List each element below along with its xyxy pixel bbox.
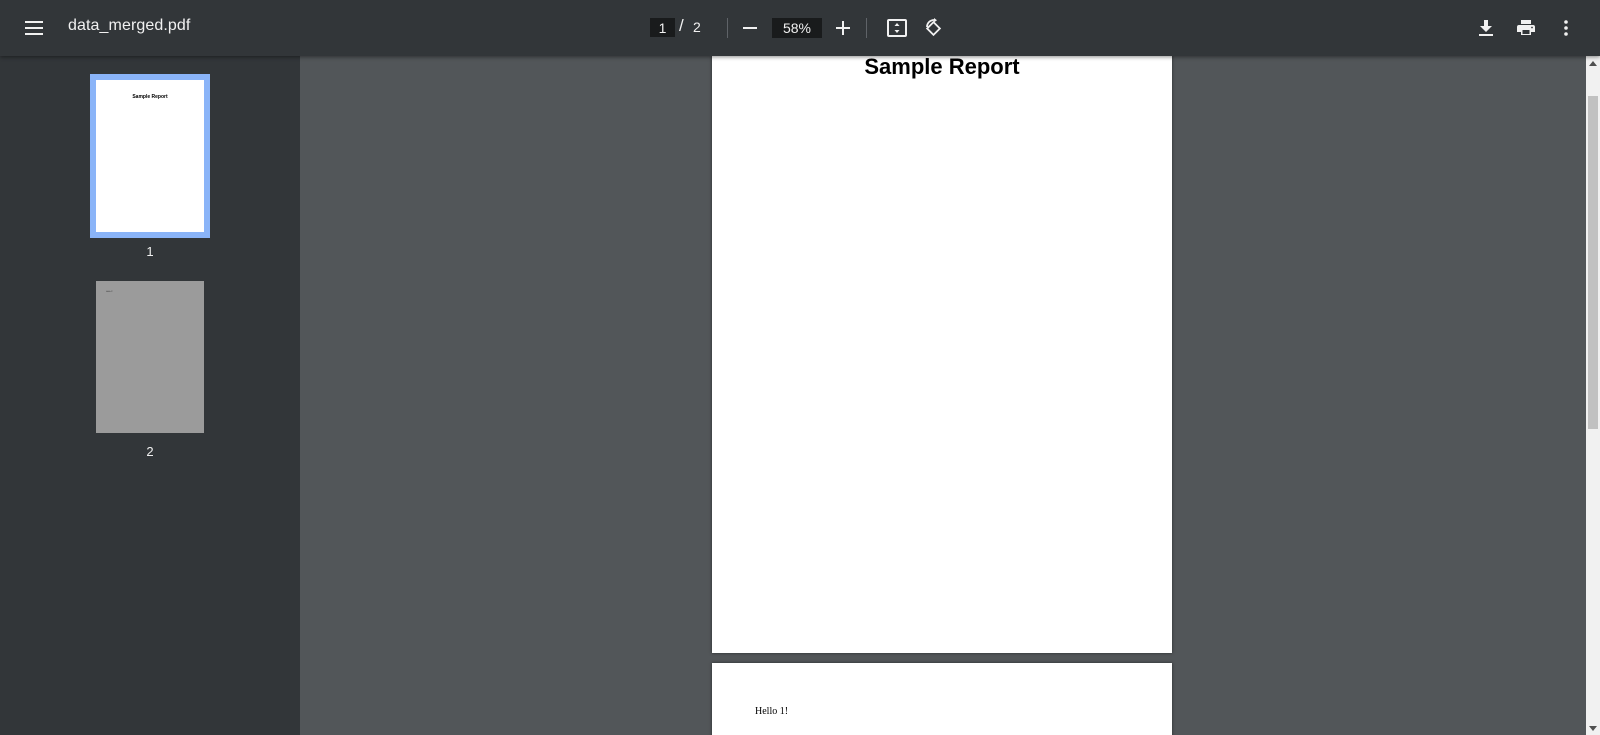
zoom-out-button[interactable] [732,10,768,46]
toolbar-divider [866,18,867,38]
document-viewer[interactable]: Sample Report Hello 1! [300,56,1586,735]
scroll-up-button[interactable] [1586,56,1600,70]
print-icon [1517,20,1535,35]
thumbnail-number: 1 [146,244,154,259]
page-thumbnail-2[interactable]: Hello 1! [96,281,204,433]
thumbnail-number: 2 [146,444,154,459]
scroll-down-arrow-icon [1589,725,1597,731]
document-title: data_merged.pdf [68,17,191,34]
rotate-button[interactable] [915,10,951,46]
pdf-toolbar: data_merged.pdf / 2 [0,0,1600,56]
pdf-page-1: Sample Report [712,56,1172,653]
thumbnail-title: Sample Report [132,94,168,100]
pdf-page-2: Hello 1! [712,663,1172,735]
zoom-level-input[interactable] [772,18,822,38]
toolbar-divider [727,18,728,38]
page-thumbnail-1[interactable]: Sample Report [90,74,210,238]
fit-to-page-icon [887,19,907,37]
total-pages: 2 [693,19,701,35]
hamburger-menu-icon [25,21,43,35]
scroll-up-arrow-icon [1589,60,1597,66]
page-number-input[interactable] [650,18,675,37]
page-text: Hello 1! [755,706,789,717]
scrollbar-thumb[interactable] [1588,96,1598,429]
vertical-scrollbar[interactable] [1586,56,1600,735]
more-options-button[interactable] [1548,10,1584,46]
print-button[interactable] [1508,10,1544,46]
zoom-in-button[interactable] [825,10,861,46]
thumbnail-text: Hello 1! [106,291,113,293]
thumbnail-sidebar: Sample Report 1 Hello 1! 2 [0,56,300,735]
menu-button[interactable] [16,10,52,46]
download-icon [1479,20,1493,36]
page-separator: / [679,16,684,35]
minus-icon [743,27,757,29]
fit-to-page-button[interactable] [879,10,915,46]
scroll-down-button[interactable] [1586,721,1600,735]
plus-icon [836,21,850,35]
more-vertical-icon [1564,20,1568,36]
download-button[interactable] [1468,10,1504,46]
rotate-counterclockwise-icon [925,18,942,37]
report-title: Sample Report [864,56,1020,79]
